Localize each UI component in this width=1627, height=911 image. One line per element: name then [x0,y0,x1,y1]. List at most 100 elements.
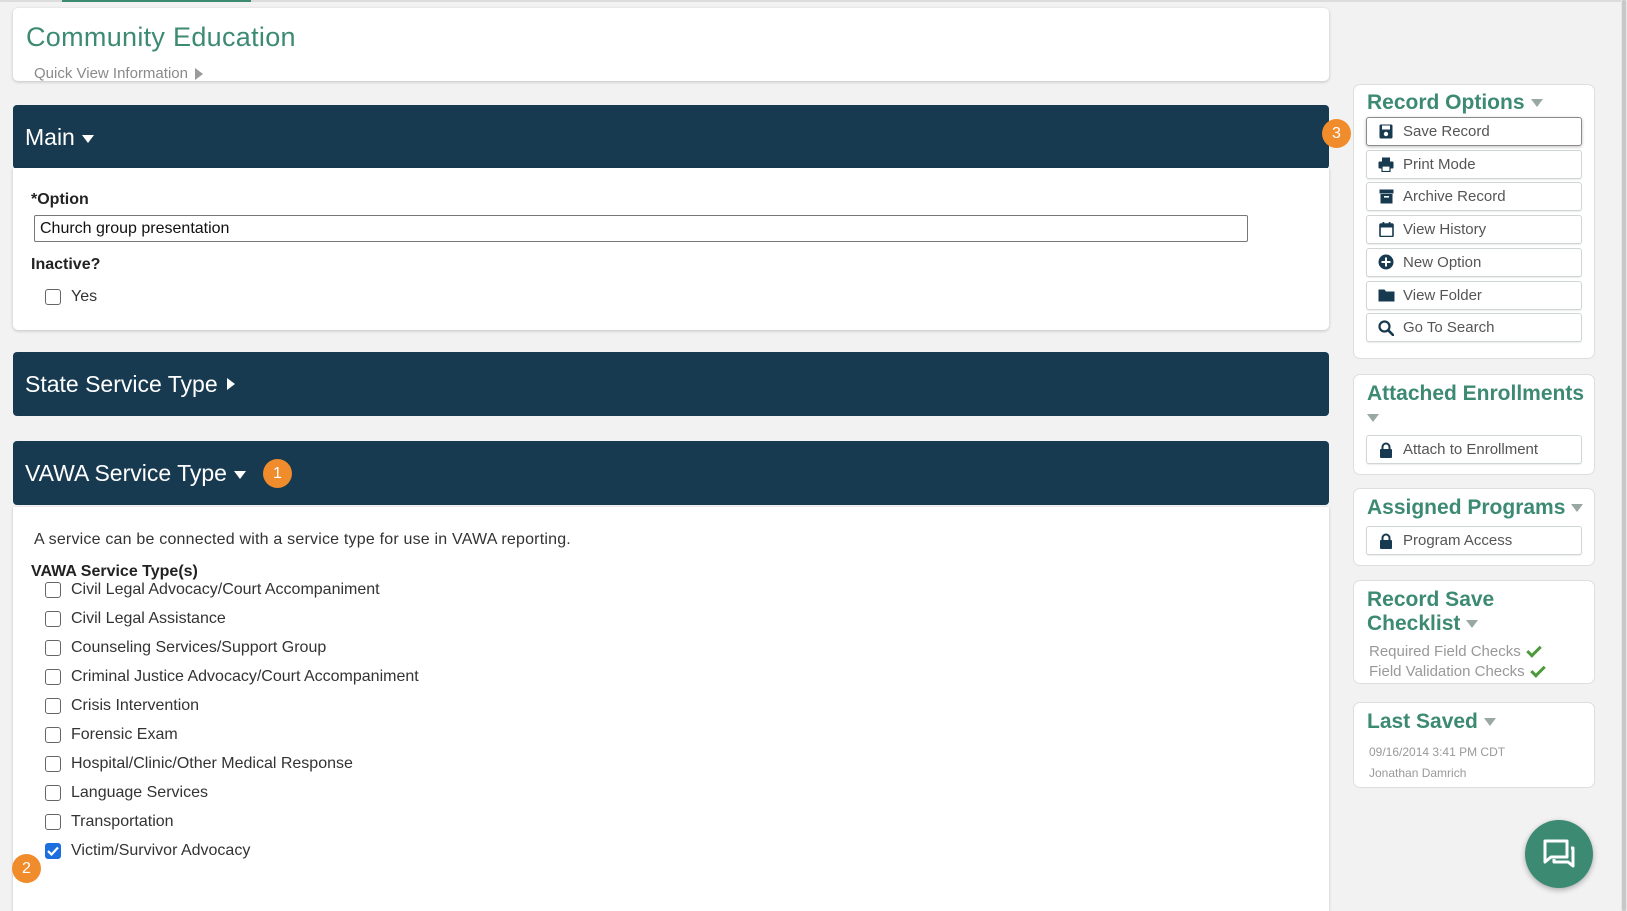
vawa-type-checkbox[interactable] [45,640,61,656]
vawa-type-label: Civil Legal Assistance [71,610,226,627]
chat-button[interactable] [1525,820,1593,888]
main-section-title: Main [25,123,75,150]
record-option-label: Archive Record [1403,188,1506,206]
vawa-type-label: Crisis Intervention [71,697,200,714]
step-marker-1: 1 [263,459,292,488]
inactive-yes-checkbox[interactable] [45,289,61,305]
record-option-label: New Option [1403,253,1482,271]
vawa-service-type-header[interactable]: VAWA Service Type [13,441,1329,505]
page-title: Community Education [26,22,296,52]
chat-bubble-icon [1543,839,1575,868]
record-options-card: Record Options Save Record Print Mode Arch… [1353,84,1595,359]
title-card: Community Education Quick View Informati… [13,8,1329,82]
vawa-type-checkbox[interactable] [45,727,61,743]
vawa-types-label: VAWA Service Type(s) [31,563,198,580]
record-options-title-text: Record Options [1367,91,1525,114]
archive-record-button[interactable]: Archive Record [1366,182,1582,212]
last-saved-card: Last Saved 09/16/2014 3:41 PM CDT Jonath… [1353,702,1595,788]
record-option-label: Go To Search [1403,319,1495,337]
required-field-checks-label: Required Field Checks [1369,643,1521,660]
state-service-type-title: State Service Type [25,370,218,397]
page-scrollbar[interactable] [1621,0,1627,911]
save-checklist-title-line2: Checklist [1367,612,1461,635]
vawa-description: A service can be connected with a servic… [34,531,571,548]
vawa-type-checkbox[interactable] [45,756,61,772]
search-icon [1377,319,1395,337]
vawa-type-checkbox-row[interactable]: Criminal Justice Advocacy/Court Accompan… [45,668,419,686]
vawa-section-body: A service can be connected with a servic… [13,507,1329,911]
vawa-type-label: Counseling Services/Support Group [71,639,327,656]
attached-enrollments-title-text: Attached Enrollments [1367,382,1585,405]
vawa-type-checkbox-row[interactable]: Crisis Intervention [45,697,199,715]
vawa-type-label: Criminal Justice Advocacy/Court Accompan… [71,668,419,685]
save-checklist-card: Record Save Checklist Required Field Che… [1353,580,1595,684]
step-marker-2: 2 [12,854,41,883]
record-option-label: Print Mode [1403,155,1476,173]
vawa-type-checkbox[interactable] [45,611,61,627]
quick-view-toggle[interactable]: Quick View Information [34,65,203,82]
print-mode-button[interactable]: Print Mode [1366,149,1582,179]
vawa-type-checkbox-row[interactable]: Civil Legal Assistance [45,610,226,628]
vawa-service-type-title: VAWA Service Type [25,459,227,486]
view-folder-button[interactable]: View Folder [1366,280,1582,310]
inactive-yes-label: Yes [71,288,98,305]
last-saved-user: Jonathan Damrich [1369,766,1467,780]
assigned-programs-title[interactable]: Assigned Programs [1367,496,1584,520]
save-record-button[interactable]: Save Record [1366,117,1582,146]
field-validation-checks-label: Field Validation Checks [1369,663,1525,680]
vawa-type-checkbox[interactable] [45,814,61,830]
vawa-type-label: Transportation [71,813,174,830]
vawa-type-checkbox[interactable] [45,669,61,685]
inactive-label: Inactive? [31,256,101,273]
step-marker-3: 3 [1322,119,1351,148]
archive-icon [1377,188,1395,206]
caret-down-icon [1530,99,1543,108]
go-to-search-button[interactable]: Go To Search [1366,313,1582,343]
main-section-header[interactable]: Main [13,105,1329,169]
vawa-type-checkbox[interactable] [45,582,61,598]
attach-to-enrollment-button[interactable]: Attach to Enrollment [1366,435,1582,464]
vawa-type-checkbox[interactable] [45,698,61,714]
top-tab-line [0,0,1627,2]
record-option-label: Save Record [1403,123,1490,140]
record-options-title[interactable]: Record Options [1367,91,1543,115]
save-checklist-title[interactable]: Record Save Checklist [1367,588,1494,636]
save-checklist-title-line1: Record Save [1367,588,1495,611]
assigned-programs-card: Assigned Programs Program Access [1353,488,1595,566]
vawa-type-checkbox-row[interactable]: Forensic Exam [45,726,178,744]
caret-down-icon [233,470,246,479]
program-access-button[interactable]: Program Access [1366,526,1582,555]
last-saved-title-text: Last Saved [1367,710,1478,733]
last-saved-title[interactable]: Last Saved [1367,710,1496,734]
vawa-type-checkbox-row[interactable]: Language Services [45,784,208,802]
plus-circle-icon [1377,253,1395,271]
attached-enrollments-title[interactable]: Attached Enrollments [1367,382,1584,430]
checkmark-icon [1525,641,1542,658]
vawa-type-checkbox[interactable] [45,785,61,801]
caret-down-icon [1367,414,1379,423]
lock-icon [1377,441,1395,459]
vawa-type-checkbox-row[interactable]: Victim/Survivor Advocacy [45,842,250,860]
scrollbar-thumb[interactable] [1622,0,1626,911]
vawa-type-label: Hospital/Clinic/Other Medical Response [71,755,353,772]
vawa-type-checkbox-row[interactable]: Civil Legal Advocacy/Court Accompaniment [45,581,380,599]
vawa-type-checkbox-row[interactable]: Counseling Services/Support Group [45,639,326,657]
attached-enrollments-card: Attached Enrollments Attach to Enrollmen… [1353,374,1595,475]
option-input[interactable] [34,215,1248,242]
caret-down-icon [81,134,94,143]
vawa-type-checkbox[interactable] [45,843,61,859]
assigned-programs-title-text: Assigned Programs [1367,496,1566,519]
new-option-button[interactable]: New Option [1366,247,1582,277]
vawa-type-checkbox-row[interactable]: Transportation [45,813,174,831]
option-label: *Option [31,191,89,208]
caret-down-icon [1571,504,1584,513]
last-saved-timestamp: 09/16/2014 3:41 PM CDT [1369,745,1506,759]
checkmark-icon [47,846,59,856]
inactive-yes-checkbox-row[interactable]: Yes [45,288,97,306]
state-service-type-header[interactable]: State Service Type [13,352,1329,416]
view-history-button[interactable]: View History [1366,215,1582,245]
folder-icon [1377,286,1395,304]
record-option-label: View History [1403,221,1487,239]
main-section-body: *Option Inactive? Yes [13,168,1329,330]
vawa-type-checkbox-row[interactable]: Hospital/Clinic/Other Medical Response [45,755,353,773]
